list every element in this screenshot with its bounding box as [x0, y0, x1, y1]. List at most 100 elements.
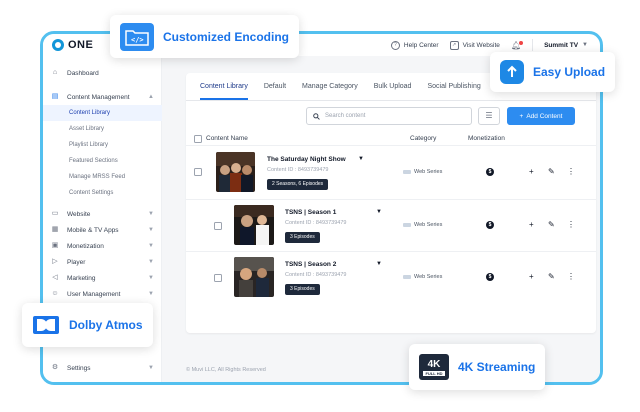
column-header-name: Content Name — [206, 135, 248, 142]
logo: ONE — [52, 39, 93, 51]
sidebar-sub-content-library[interactable]: Content Library — [43, 105, 162, 121]
chevron-down-icon: ▼ — [582, 42, 588, 48]
sidebar-item-settings[interactable]: ⚙ Settings ▼ — [43, 360, 162, 376]
sidebar-sub-playlist-library[interactable]: Playlist Library — [43, 137, 162, 153]
add-icon[interactable]: + — [529, 168, 534, 176]
add-icon[interactable]: + — [529, 221, 534, 229]
row-category: Web Series — [403, 274, 442, 280]
sidebar-item-user-management[interactable]: ☺ User Management ▼ — [43, 286, 162, 302]
thumbnail-image — [234, 257, 274, 297]
svg-text:</>: </> — [131, 36, 144, 44]
encoding-folder-icon: </> — [120, 22, 154, 51]
monetization-icon[interactable]: $ — [486, 221, 494, 229]
row-title[interactable]: TSNS | Season 2 — [285, 261, 336, 268]
monitor-icon: ▭ — [51, 210, 59, 217]
tab-default[interactable]: Default — [264, 83, 286, 90]
chevron-down-icon: ▼ — [148, 243, 154, 249]
logo-icon — [52, 39, 64, 51]
visit-website-link[interactable]: ↗ Visit Website — [449, 40, 500, 50]
row-checkbox[interactable] — [214, 222, 222, 230]
more-options-icon[interactable]: ⋮ — [567, 221, 575, 229]
sidebar-sub-manage-mrss-feed[interactable]: Manage MRSS Feed — [43, 169, 162, 185]
main-content: Content Library Default Manage Category … — [162, 56, 600, 382]
chevron-down-icon: ▼ — [148, 211, 154, 217]
row-title[interactable]: TSNS | Season 1 — [285, 209, 336, 216]
table-row: TSNS | Season 1 ▼ Content ID : 849373947… — [186, 200, 596, 251]
row-title[interactable]: The Saturday Night Show — [267, 156, 346, 163]
sidebar-item-dashboard[interactable]: ⌂ Dashboard — [43, 65, 162, 81]
footer-copyright: © Muvi LLC, All Rights Reserved — [186, 367, 266, 373]
divider — [532, 39, 534, 51]
help-center-link[interactable]: ? Help Center — [390, 40, 439, 50]
tab-manage-category[interactable]: Manage Category — [302, 83, 358, 90]
expand-caret-icon[interactable]: ▼ — [358, 156, 364, 162]
row-category: Web Series — [403, 169, 442, 175]
tab-social-publishing[interactable]: Social Publishing — [427, 83, 480, 90]
select-all-checkbox[interactable] — [194, 135, 202, 143]
4k-badge-icon: 4K FULL HD — [419, 354, 449, 380]
filter-button[interactable]: ☰ — [478, 107, 500, 125]
play-icon: ▷ — [52, 258, 58, 265]
sidebar-item-player[interactable]: ▷ Player ▼ — [43, 254, 162, 270]
dolby-logo-icon — [32, 314, 60, 336]
help-icon: ? — [390, 40, 400, 50]
upload-arrow-icon — [500, 60, 524, 84]
external-link-icon: ↗ — [449, 40, 459, 50]
chevron-down-icon: ▼ — [148, 227, 154, 233]
edit-icon[interactable]: ✎ — [548, 168, 555, 176]
sidebar-sub-content-settings[interactable]: Content Settings — [43, 185, 162, 201]
thumbnail-image — [234, 205, 274, 245]
chevron-down-icon: ▼ — [148, 275, 154, 281]
document-icon: ▤ — [51, 93, 59, 100]
row-checkbox[interactable] — [194, 168, 202, 176]
sidebar-sub-featured-sections[interactable]: Featured Sections — [43, 153, 162, 169]
column-header-monetization: Monetization — [468, 135, 505, 142]
wallet-icon: ▣ — [51, 242, 59, 249]
notification-dot — [519, 40, 524, 45]
sidebar-item-website[interactable]: ▭ Website ▼ — [43, 206, 162, 222]
bell-icon[interactable]: 🔔︎ — [511, 40, 524, 50]
sidebar-sub-asset-library[interactable]: Asset Library — [43, 121, 162, 137]
account-switcher[interactable]: Summit TV ▼ — [544, 42, 588, 49]
category-tag-icon — [403, 275, 411, 279]
more-options-icon[interactable]: ⋮ — [567, 168, 575, 176]
column-header-category: Category — [410, 135, 437, 142]
sidebar-item-mobile-tv-apps[interactable]: ▦ Mobile & TV Apps ▼ — [43, 222, 162, 238]
expand-caret-icon[interactable]: ▼ — [376, 261, 382, 267]
chevron-down-icon: ▼ — [148, 259, 154, 265]
sidebar-item-marketing[interactable]: ◁ Marketing ▼ — [43, 270, 162, 286]
users-icon: ☺ — [51, 290, 59, 297]
search-icon — [313, 112, 320, 120]
edit-icon[interactable]: ✎ — [548, 273, 555, 281]
chevron-up-icon: ▲ — [148, 94, 154, 100]
more-options-icon[interactable]: ⋮ — [567, 273, 575, 281]
callout-easy-upload: Easy Upload — [490, 52, 616, 92]
chevron-down-icon: ▼ — [148, 365, 154, 371]
edit-icon[interactable]: ✎ — [548, 221, 555, 229]
monetization-icon[interactable]: $ — [486, 168, 494, 176]
tab-bulk-upload[interactable]: Bulk Upload — [374, 83, 412, 90]
row-content-id: Content ID : 8493739479 — [285, 220, 347, 226]
expand-caret-icon[interactable]: ▼ — [376, 209, 382, 215]
apps-icon: ▦ — [51, 226, 59, 233]
thumbnail-image — [216, 152, 255, 192]
row-checkbox[interactable] — [214, 274, 222, 282]
plus-icon: + — [519, 112, 524, 120]
search-input[interactable]: Search content — [306, 107, 472, 125]
brand-name: ONE — [68, 39, 94, 51]
sidebar-item-monetization[interactable]: ▣ Monetization ▼ — [43, 238, 162, 254]
gear-icon: ⚙ — [51, 364, 59, 371]
add-content-button[interactable]: + Add Content — [507, 107, 575, 125]
monetization-icon[interactable]: $ — [486, 273, 494, 281]
callout-customized-encoding: </> Customized Encoding — [110, 15, 299, 58]
row-episode-badge: 2 Seasons, 6 Episodes — [267, 179, 329, 190]
sidebar-item-content-management[interactable]: ▤ Content Management ▲ — [43, 89, 162, 105]
megaphone-icon: ◁ — [52, 274, 58, 281]
callout-4k-streaming: 4K FULL HD 4K Streaming — [409, 344, 546, 390]
row-content-id: Content ID : 8493739479 — [267, 167, 329, 173]
add-icon[interactable]: + — [529, 273, 534, 281]
row-category: Web Series — [403, 222, 442, 228]
home-icon: ⌂ — [52, 69, 58, 76]
callout-dolby-atmos: Dolby Atmos — [22, 303, 153, 347]
tab-content-library[interactable]: Content Library — [200, 83, 248, 100]
